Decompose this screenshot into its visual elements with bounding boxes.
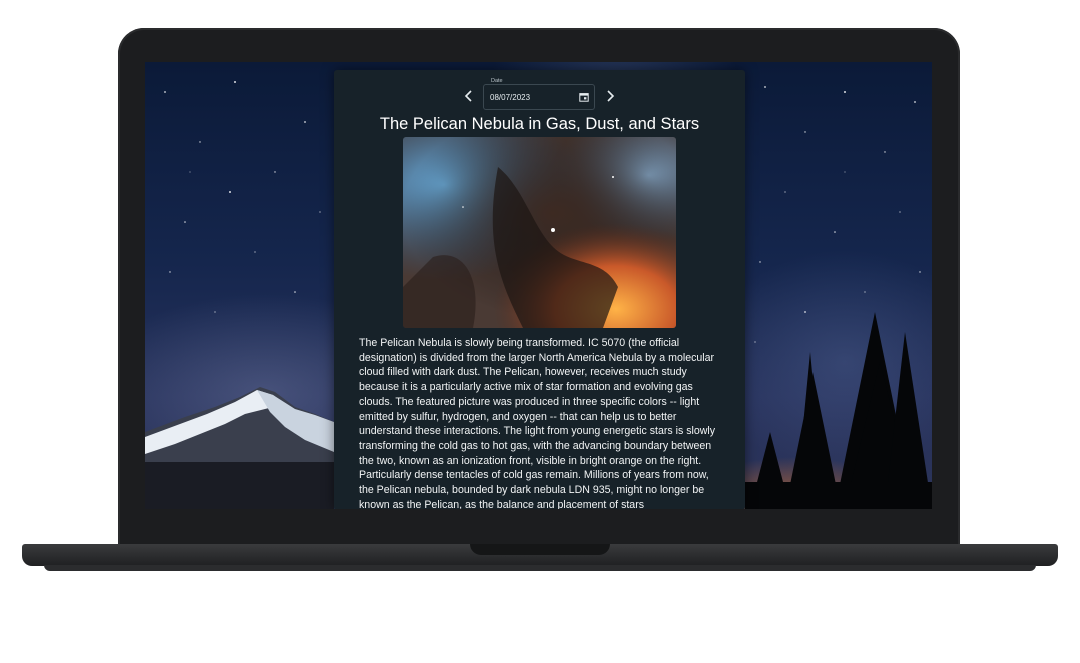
laptop-base-foot — [44, 565, 1036, 571]
apod-panel: Date 08/07/2023 The Pelican Nebula in Ga… — [334, 70, 745, 509]
date-navigation: Date 08/07/2023 — [334, 78, 745, 110]
laptop-screen: Date 08/07/2023 The Pelican Nebula in Ga… — [145, 62, 932, 509]
chevron-right-icon[interactable] — [602, 88, 618, 104]
date-picker-field[interactable]: Date 08/07/2023 — [483, 78, 595, 110]
picture-explanation: The Pelican Nebula is slowly being trans… — [359, 337, 716, 509]
laptop-mockup: Date 08/07/2023 The Pelican Nebula in Ga… — [0, 0, 1080, 663]
chevron-left-icon[interactable] — [461, 88, 477, 104]
laptop-notch — [470, 544, 610, 555]
date-field-label: Date — [489, 78, 505, 84]
calendar-icon[interactable] — [579, 92, 589, 102]
picture-title: The Pelican Nebula in Gas, Dust, and Sta… — [379, 115, 700, 133]
nebula-photo — [403, 137, 676, 328]
date-field-value[interactable]: 08/07/2023 — [490, 93, 530, 102]
